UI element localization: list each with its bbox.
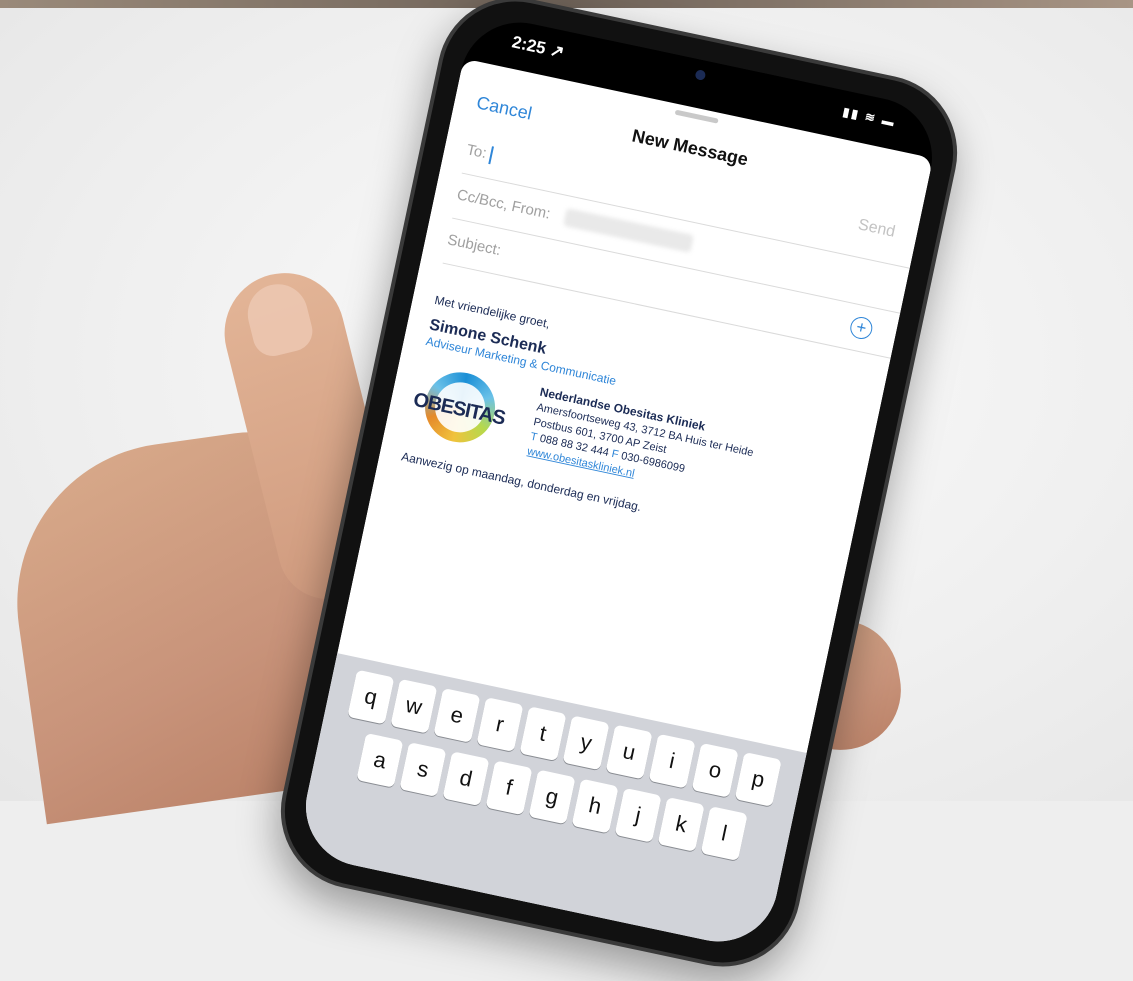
key-d[interactable]: d	[442, 751, 490, 807]
phone-label: T	[529, 430, 539, 444]
phone: 2:25 ↗ ▮▮ ≋ ▬ Cancel New Message Send To…	[266, 0, 972, 981]
key-k[interactable]: k	[657, 796, 705, 852]
compose-sheet: Cancel New Message Send To: Cc/Bcc, From…	[294, 58, 934, 953]
key-t[interactable]: t	[519, 706, 567, 762]
key-p[interactable]: p	[734, 752, 782, 807]
add-attachment-icon[interactable]: +	[848, 314, 875, 342]
key-y[interactable]: y	[562, 715, 610, 771]
to-label: To:	[465, 141, 494, 165]
key-u[interactable]: u	[605, 724, 653, 780]
cc-from-label: Cc/Bcc, From:	[455, 186, 552, 223]
obesitas-logo: OBESITAS	[405, 359, 520, 460]
key-f[interactable]: f	[485, 760, 533, 816]
key-o[interactable]: o	[691, 742, 739, 798]
text-cursor	[488, 146, 494, 165]
key-l[interactable]: l	[700, 806, 748, 861]
signal-wifi-battery-icon: ▮▮ ≋ ▬	[841, 104, 898, 130]
status-time: 2:25 ↗	[510, 32, 567, 62]
key-a[interactable]: a	[356, 732, 404, 788]
key-i[interactable]: i	[648, 733, 696, 789]
fax-label: F	[610, 447, 620, 462]
phone-screen: 2:25 ↗ ▮▮ ≋ ▬ Cancel New Message Send To…	[294, 11, 944, 953]
key-s[interactable]: s	[399, 742, 447, 797]
key-h[interactable]: h	[571, 778, 619, 834]
subject-label: Subject:	[445, 231, 503, 260]
phone-wrap: 2:25 ↗ ▮▮ ≋ ▬ Cancel New Message Send To…	[0, 0, 1133, 981]
key-q[interactable]: q	[347, 669, 395, 725]
key-j[interactable]: j	[614, 787, 662, 843]
key-w[interactable]: w	[390, 678, 438, 734]
key-r[interactable]: r	[476, 697, 524, 752]
key-g[interactable]: g	[528, 769, 576, 825]
keyboard: q w e r t y u i o p a s d f g h j k l	[294, 653, 807, 953]
key-e[interactable]: e	[433, 687, 481, 743]
